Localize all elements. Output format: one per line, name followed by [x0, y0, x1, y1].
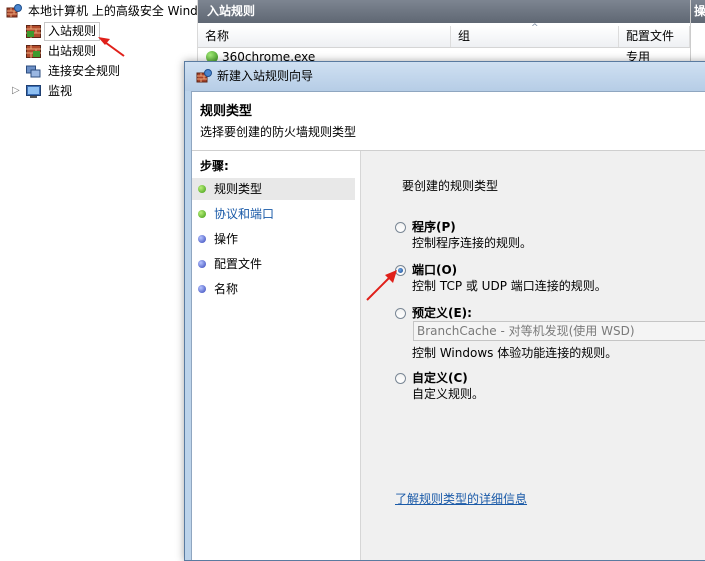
option-custom-desc: 自定义规则。 — [412, 387, 485, 401]
radio-custom[interactable] — [395, 373, 406, 384]
actions-title: 操 — [691, 0, 705, 23]
option-custom-label[interactable]: 自定义(C) — [412, 369, 468, 386]
firewall-shield-icon — [196, 69, 212, 83]
learn-more-link[interactable]: 了解规则类型的详细信息 — [395, 490, 527, 507]
tree-item-label: 入站规则 — [48, 24, 97, 38]
option-predefined-desc: 控制 Windows 体验功能连接的规则。 — [412, 346, 618, 360]
option-port-desc: 控制 TCP 或 UDP 端口连接的规则。 — [412, 279, 607, 293]
step-label: 配置文件 — [214, 257, 263, 271]
new-inbound-rule-wizard: 新建入站规则向导 规则类型 选择要创建的防火墙规则类型 步骤: 规则类型 协议和… — [184, 61, 705, 561]
step-label: 协议和端口 — [214, 207, 275, 221]
step-label: 规则类型 — [214, 182, 263, 196]
step-bullet-icon — [198, 285, 206, 293]
step-label: 名称 — [214, 282, 239, 296]
firewall-shield-icon — [6, 4, 22, 18]
option-program-label[interactable]: 程序(P) — [412, 218, 456, 235]
tree-item-label: 监视 — [48, 84, 73, 98]
radio-program[interactable] — [395, 222, 406, 233]
step-bullet-icon — [198, 235, 206, 243]
page-title: 规则类型 — [200, 104, 253, 119]
tree-item-label: 连接安全规则 — [48, 64, 121, 78]
column-header-name[interactable]: 名称 — [198, 26, 451, 47]
connection-security-icon — [26, 65, 41, 78]
option-program-desc: 控制程序连接的规则。 — [412, 236, 533, 250]
step-protocol-ports[interactable]: 协议和端口 — [192, 203, 355, 225]
sort-arrow-icon: ^ — [531, 23, 539, 33]
navigation-tree: 本地计算机 上的高级安全 Wind 入站规则 出站规则 连接安全规则 ▷ 监视 — [0, 0, 198, 542]
step-rule-type[interactable]: 规则类型 — [192, 178, 355, 200]
option-port-label[interactable]: 端口(O) — [412, 261, 457, 278]
annotation-arrow — [366, 270, 397, 301]
page-subtitle: 选择要创建的防火墙规则类型 — [200, 125, 357, 139]
wizard-titlebar[interactable]: 新建入站规则向导 — [185, 62, 705, 91]
monitor-icon — [26, 85, 41, 98]
step-bullet-icon — [198, 210, 206, 218]
column-header-profile[interactable]: 配置文件 — [619, 26, 690, 47]
tree-item-inbound-rules[interactable]: 入站规则 — [26, 22, 100, 41]
step-profile[interactable]: 配置文件 — [192, 253, 355, 275]
wizard-header: 规则类型 选择要创建的防火墙规则类型 — [192, 92, 705, 151]
tree-item-label: 出站规则 — [48, 44, 97, 58]
option-predefined-label[interactable]: 预定义(E): — [412, 304, 472, 321]
radio-predefined[interactable] — [395, 308, 406, 319]
inbound-rules-icon — [26, 25, 41, 38]
wizard-content: 要创建的规则类型 程序(P) 控制程序连接的规则。 端口(O) 控制 TCP 或… — [361, 151, 705, 560]
list-title: 入站规则 — [198, 0, 690, 23]
steps-title: 步骤: — [200, 159, 229, 173]
tree-root-label: 本地计算机 上的高级安全 Wind — [28, 4, 198, 18]
step-label: 操作 — [214, 232, 239, 246]
expand-arrow-icon[interactable]: ▷ — [12, 82, 20, 100]
outbound-rules-icon — [26, 45, 41, 58]
rule-type-question: 要创建的规则类型 — [402, 179, 499, 193]
wizard-title: 新建入站规则向导 — [217, 69, 314, 83]
steps-pane: 步骤: 规则类型 协议和端口 操作 配置文件 名称 — [192, 151, 361, 560]
step-bullet-icon — [198, 260, 206, 268]
step-name[interactable]: 名称 — [192, 278, 355, 300]
list-header: 名称 组 ^ 配置文件 — [198, 23, 690, 48]
wizard-client-area: 规则类型 选择要创建的防火墙规则类型 步骤: 规则类型 协议和端口 操作 配置文… — [191, 91, 705, 560]
step-current-icon — [198, 185, 206, 193]
predefined-dropdown[interactable]: BranchCache - 对等机发现(使用 WSD) — [413, 321, 705, 341]
step-action[interactable]: 操作 — [192, 228, 355, 250]
annotation-arrow — [98, 37, 125, 57]
